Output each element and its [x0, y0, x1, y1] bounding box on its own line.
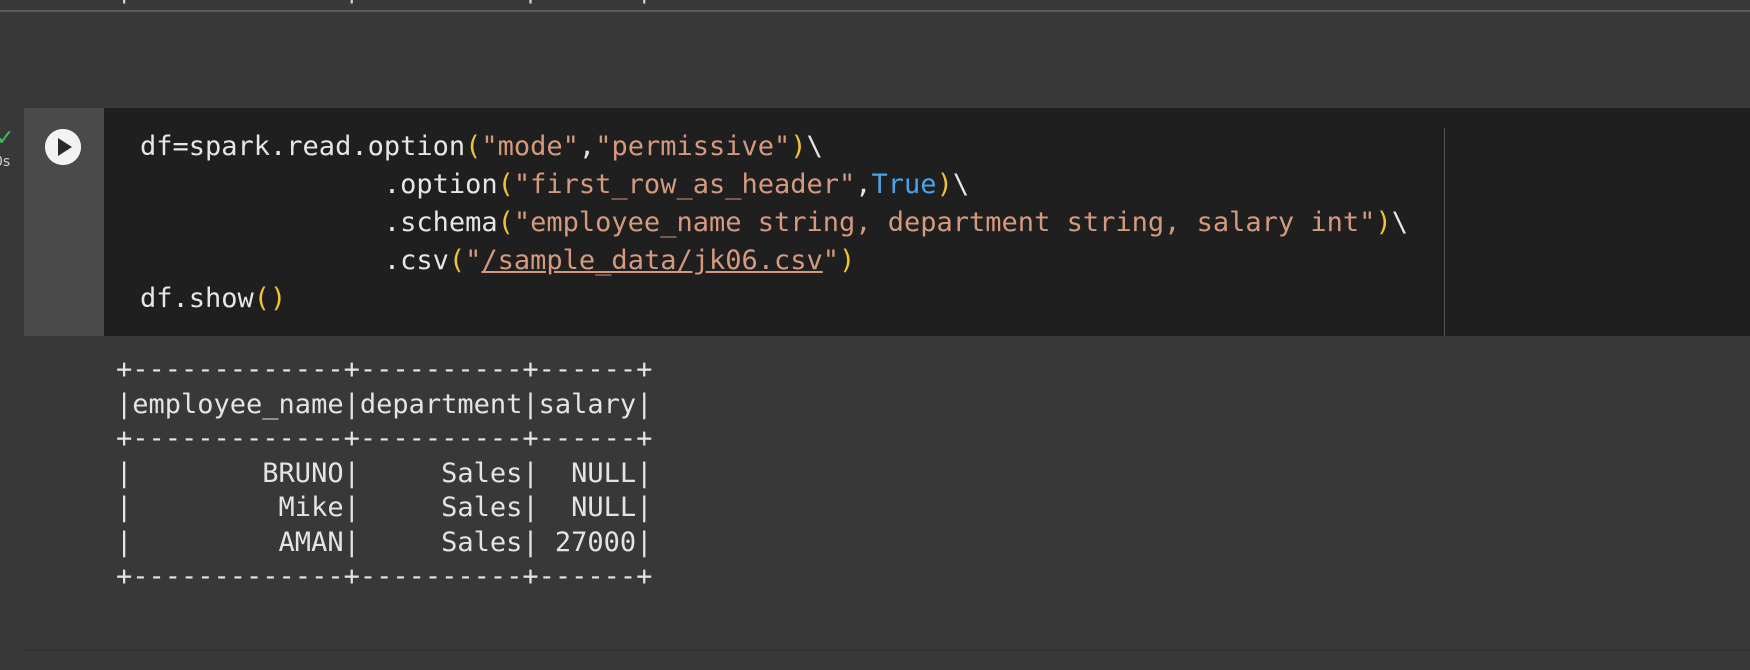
file-path-link[interactable]: /sample_data/jk06.csv — [481, 245, 822, 276]
code-token: () — [253, 283, 287, 314]
code-line-4: .csv("/sample_data/jk06.csv") — [140, 245, 855, 276]
code-token: df=spark.read.option — [140, 131, 466, 162]
code-token: ( — [465, 131, 482, 162]
code-line-3: .schema("employee_name string, departmen… — [140, 207, 1408, 238]
play-icon — [45, 129, 81, 165]
code-token: ( — [497, 207, 514, 238]
code-token: .schema — [140, 207, 498, 238]
check-icon: ✓ — [0, 126, 15, 151]
code-editor[interactable]: df=spark.read.option("mode","permissive"… — [104, 108, 1750, 336]
code-token: " — [822, 245, 840, 276]
output-table-border: +-------------+----------+------+ — [116, 423, 653, 454]
code-token: ) — [936, 169, 953, 200]
code-line-5: df.show() — [140, 283, 286, 314]
execution-status: ✓ 0s — [0, 128, 22, 178]
code-token: , — [855, 169, 872, 200]
execution-time: 0s — [0, 154, 11, 170]
cell-gutter — [24, 108, 104, 336]
code-token: " — [465, 245, 482, 276]
code-token: ( — [497, 169, 514, 200]
divider — [0, 10, 1750, 12]
code-token: \ — [952, 169, 970, 200]
code-line-1: df=spark.read.option("mode","permissive"… — [140, 131, 823, 162]
code-token: ) — [839, 245, 856, 276]
code-token: \ — [806, 131, 823, 162]
output-table-border: +-------------+----------+------+ — [116, 354, 653, 385]
code-token: ) — [1375, 207, 1392, 238]
output-table-border: +-------------+----------+------+ — [116, 561, 653, 592]
code-token: "mode" — [481, 131, 579, 162]
code-token: ) — [790, 131, 807, 162]
output-table-header: |employee_name|department|salary| — [116, 388, 653, 420]
code-token: "first_row_as_header" — [513, 169, 856, 200]
code-token: "employee_name string, department string… — [513, 207, 1376, 238]
notebook-page: +-------------+----------+------+ ✓ 0s d… — [0, 0, 1750, 670]
run-cell-button[interactable] — [45, 129, 81, 165]
code-line-2: .option("first_row_as_header",True)\ — [140, 169, 969, 200]
code-token: df.show — [140, 283, 254, 314]
editor-ruler — [1444, 128, 1445, 336]
code-token: , — [578, 131, 596, 162]
code-text[interactable]: df=spark.read.option("mode","permissive"… — [140, 128, 1408, 318]
output-table-row: | Mike| Sales| NULL| — [116, 492, 653, 523]
code-token: .option — [140, 169, 498, 200]
cell-output: +-------------+----------+------+ |emplo… — [116, 353, 652, 595]
code-token: \ — [1391, 207, 1408, 238]
code-token: .csv — [140, 245, 449, 276]
output-table-row: | BRUNO| Sales| NULL| — [116, 457, 653, 489]
code-token: ( — [448, 245, 466, 276]
code-token: True — [871, 169, 937, 200]
output-table-row: | AMAN| Sales| 27000| — [116, 526, 653, 558]
code-token: "permissive" — [595, 131, 791, 162]
